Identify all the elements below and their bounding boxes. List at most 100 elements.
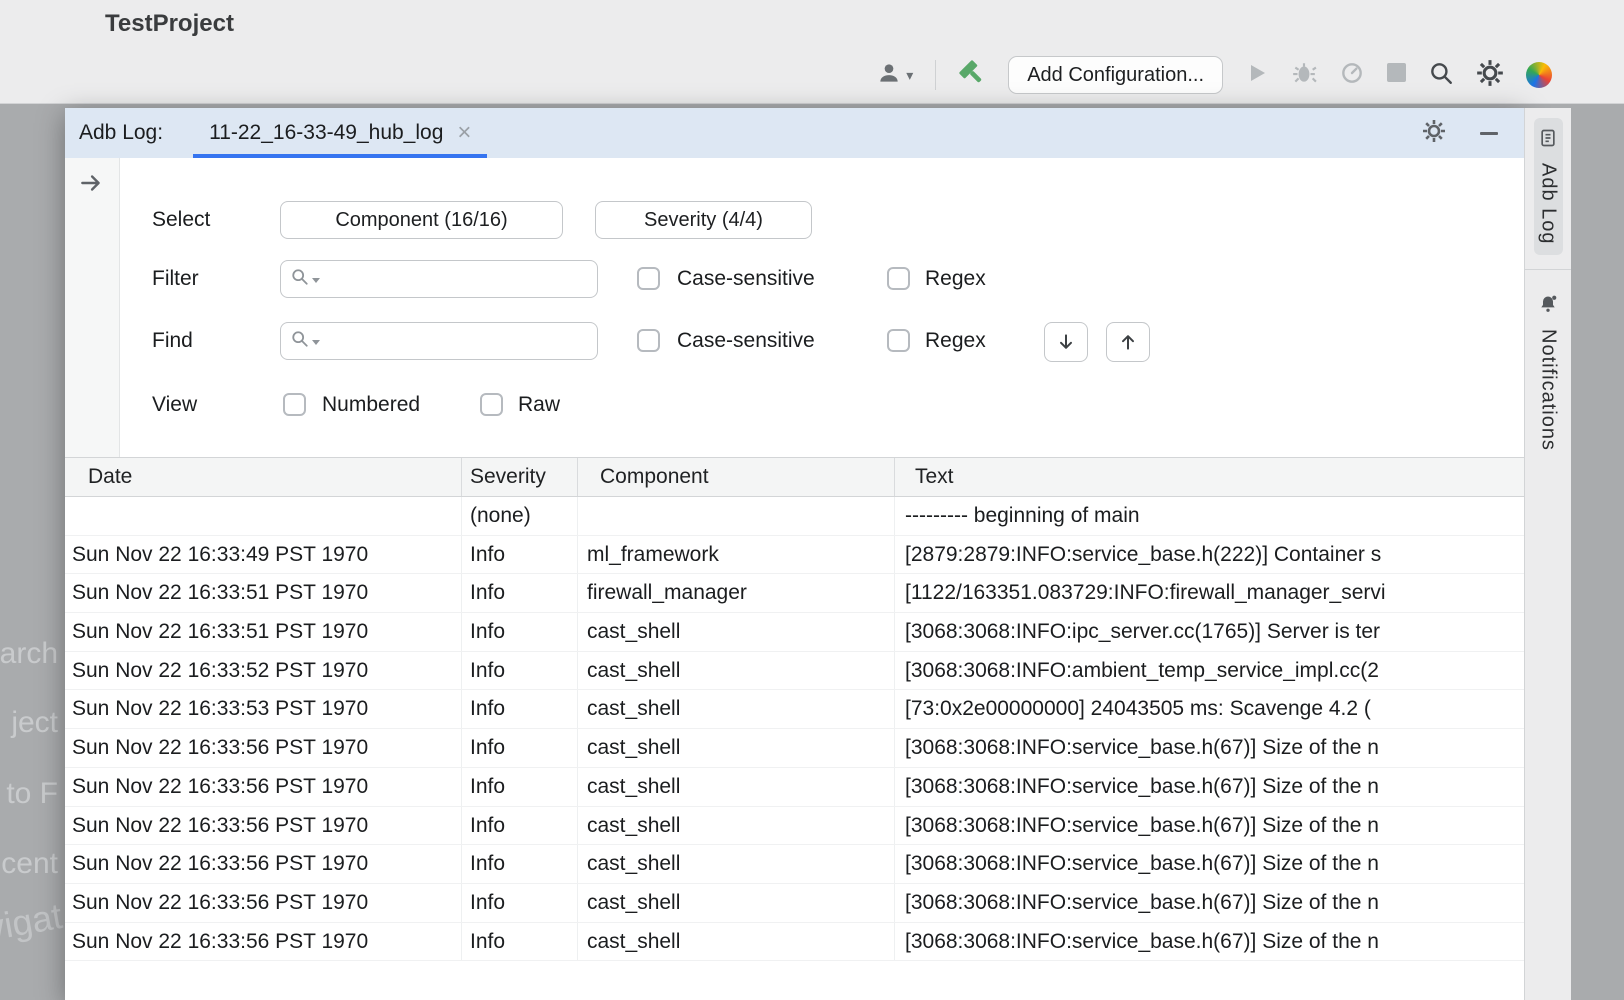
stripe-tab-notifications[interactable]: Notifications — [1534, 284, 1563, 461]
panel-header-actions — [1422, 119, 1524, 148]
table-row[interactable]: Sun Nov 22 16:33:56 PST 1970 Info cast_s… — [65, 729, 1524, 768]
table-row[interactable]: Sun Nov 22 16:33:56 PST 1970 Info cast_s… — [65, 768, 1524, 807]
find-input[interactable] — [328, 329, 587, 354]
find-case-sensitive-checkbox[interactable] — [637, 329, 660, 352]
log-severity-cell: Info — [462, 768, 578, 806]
find-next-button[interactable] — [1044, 322, 1088, 362]
table-body: (none) --------- beginning of main Sun N… — [65, 497, 1524, 961]
log-text-cell: [73:0x2e00000000] 24043505 ms: Scavenge … — [895, 690, 1524, 728]
column-header-severity[interactable]: Severity — [462, 458, 578, 496]
settings-button[interactable] — [1476, 59, 1504, 92]
panel-body: Select Component (16/16) Severity (4/4) … — [65, 158, 1524, 1000]
log-date-cell — [65, 497, 462, 535]
log-table: Date Severity Component Text (none) ----… — [65, 457, 1524, 1000]
search-icon — [291, 268, 309, 291]
user-icon — [876, 60, 902, 91]
log-severity-cell: Info — [462, 652, 578, 690]
log-text-cell: [3068:3068:INFO:service_base.h(67)] Size… — [895, 807, 1524, 845]
raw-checkbox[interactable] — [480, 393, 503, 416]
table-row[interactable]: Sun Nov 22 16:33:56 PST 1970 Info cast_s… — [65, 807, 1524, 846]
panel-header: Adb Log: 11-22_16-33-49_hub_log × — [65, 108, 1524, 158]
log-component-cell: firewall_manager — [578, 574, 895, 612]
ai-assistant-button[interactable] — [1526, 62, 1552, 88]
minimize-icon — [1480, 132, 1498, 135]
numbered-checkbox[interactable] — [283, 393, 306, 416]
table-row[interactable]: Sun Nov 22 16:33:56 PST 1970 Info cast_s… — [65, 923, 1524, 962]
table-row[interactable]: Sun Nov 22 16:33:51 PST 1970 Info firewa… — [65, 574, 1524, 613]
bell-icon — [1538, 294, 1558, 319]
table-row[interactable]: Sun Nov 22 16:33:56 PST 1970 Info cast_s… — [65, 845, 1524, 884]
log-text-cell: [3068:3068:INFO:ambient_temp_service_imp… — [895, 652, 1524, 690]
table-row[interactable]: Sun Nov 22 16:33:56 PST 1970 Info cast_s… — [65, 884, 1524, 923]
find-regex-label: Regex — [925, 322, 986, 360]
debug-button[interactable] — [1291, 60, 1317, 91]
log-component-cell: cast_shell — [578, 923, 895, 961]
log-severity-cell: Info — [462, 845, 578, 883]
table-row[interactable]: Sun Nov 22 16:33:51 PST 1970 Info cast_s… — [65, 613, 1524, 652]
log-date-cell: Sun Nov 22 16:33:56 PST 1970 — [65, 807, 462, 845]
log-date-cell: Sun Nov 22 16:33:53 PST 1970 — [65, 690, 462, 728]
table-row[interactable]: (none) --------- beginning of main — [65, 497, 1524, 536]
run-button[interactable] — [1245, 61, 1269, 90]
background-text-fragment: ject — [11, 706, 58, 740]
main-toolbar: ▾ Add Configuration... — [876, 52, 1552, 98]
filter-input[interactable] — [328, 267, 587, 292]
log-severity-cell: Info — [462, 884, 578, 922]
find-regex-checkbox[interactable] — [887, 329, 910, 352]
filter-regex-label: Regex — [925, 260, 986, 298]
profiler-button[interactable] — [1339, 60, 1365, 91]
log-date-cell: Sun Nov 22 16:33:51 PST 1970 — [65, 613, 462, 651]
arrow-right-icon[interactable] — [78, 170, 104, 201]
column-header-component[interactable]: Component — [578, 458, 895, 496]
log-component-cell: cast_shell — [578, 652, 895, 690]
log-severity-cell: Info — [462, 574, 578, 612]
chevron-down-icon[interactable] — [312, 340, 320, 345]
log-component-cell: cast_shell — [578, 845, 895, 883]
log-component-cell: cast_shell — [578, 884, 895, 922]
column-header-text[interactable]: Text — [895, 458, 1524, 496]
find-case-sensitive-label: Case-sensitive — [677, 322, 815, 360]
toolbar-divider — [935, 60, 936, 90]
bug-icon — [1291, 60, 1317, 91]
log-date-cell: Sun Nov 22 16:33:51 PST 1970 — [65, 574, 462, 612]
background-text-fragment: vigat — [0, 895, 65, 950]
log-text-cell: [3068:3068:INFO:service_base.h(67)] Size… — [895, 729, 1524, 767]
tab-label: 11-22_16-33-49_hub_log — [209, 121, 443, 145]
log-component-cell — [578, 497, 895, 535]
window-titlebar: TestProject ▾ Add Configuration... — [0, 0, 1624, 104]
raw-label: Raw — [518, 386, 560, 424]
panel-settings-button[interactable] — [1422, 119, 1446, 148]
search-everywhere-button[interactable] — [1428, 60, 1454, 91]
arrow-up-icon — [1118, 331, 1138, 353]
add-configuration-button[interactable]: Add Configuration... — [1008, 56, 1223, 94]
chevron-down-icon[interactable] — [312, 278, 320, 283]
find-previous-button[interactable] — [1106, 322, 1150, 362]
profiler-icon — [1339, 60, 1365, 91]
log-component-cell: ml_framework — [578, 536, 895, 574]
log-text-cell: [3068:3068:INFO:service_base.h(67)] Size… — [895, 768, 1524, 806]
window-title: TestProject — [105, 10, 234, 38]
user-account-button[interactable]: ▾ — [876, 60, 913, 91]
stripe-tab-adb-log[interactable]: Adb Log — [1534, 118, 1563, 255]
log-text-cell: [3068:3068:INFO:service_base.h(67)] Size… — [895, 845, 1524, 883]
log-file-tab[interactable]: 11-22_16-33-49_hub_log × — [193, 108, 487, 158]
background-text-fragment: to F — [6, 777, 58, 811]
table-row[interactable]: Sun Nov 22 16:33:53 PST 1970 Info cast_s… — [65, 690, 1524, 729]
component-filter-button[interactable]: Component (16/16) — [280, 201, 563, 239]
log-date-cell: Sun Nov 22 16:33:56 PST 1970 — [65, 923, 462, 961]
table-row[interactable]: Sun Nov 22 16:33:49 PST 1970 Info ml_fra… — [65, 536, 1524, 575]
build-button[interactable] — [958, 59, 986, 92]
find-search-box — [280, 322, 598, 360]
stop-button[interactable] — [1387, 63, 1406, 87]
column-header-date[interactable]: Date — [65, 458, 462, 496]
close-icon[interactable]: × — [457, 121, 471, 145]
filter-regex-checkbox[interactable] — [887, 267, 910, 290]
hide-panel-button[interactable] — [1480, 132, 1498, 135]
filter-case-sensitive-checkbox[interactable] — [637, 267, 660, 290]
table-row[interactable]: Sun Nov 22 16:33:52 PST 1970 Info cast_s… — [65, 652, 1524, 691]
severity-filter-button[interactable]: Severity (4/4) — [595, 201, 812, 239]
log-severity-cell: Info — [462, 536, 578, 574]
log-date-cell: Sun Nov 22 16:33:49 PST 1970 — [65, 536, 462, 574]
search-icon — [291, 330, 309, 353]
log-text-cell: [3068:3068:INFO:service_base.h(67)] Size… — [895, 923, 1524, 961]
